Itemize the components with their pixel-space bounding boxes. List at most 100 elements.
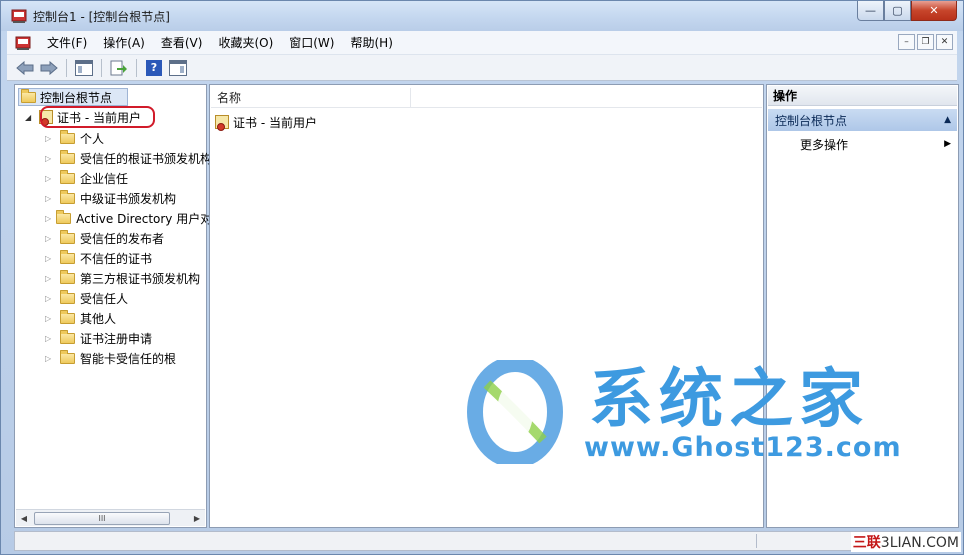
tree-item-other-people[interactable]: ▷ 其他人	[45, 308, 220, 328]
console-menu-icon[interactable]	[15, 35, 31, 51]
window-title: 控制台1 - [控制台根节点]	[33, 9, 170, 24]
actions-section-root[interactable]: 控制台根节点 ▲	[768, 109, 957, 131]
mdi-minimize-button[interactable]: –	[898, 34, 915, 50]
tree-root-label: 控制台根节点	[40, 90, 113, 105]
mdi-close-button[interactable]: ✕	[936, 34, 953, 50]
watermark-logo-icon	[467, 360, 563, 464]
tree-item-third-party-root[interactable]: ▷ 第三方根证书颁发机构	[45, 268, 220, 288]
expand-arrow-icon[interactable]: ▷	[45, 294, 55, 303]
console-app-icon[interactable]	[11, 8, 27, 24]
column-header-row: 名称	[211, 88, 762, 108]
expand-arrow-icon[interactable]: ▷	[45, 134, 55, 143]
tree-item-label: 受信任人	[80, 291, 129, 306]
show-hide-tree-icon[interactable]	[74, 58, 94, 78]
tree-item-smartcard-root[interactable]: ▷ 智能卡受信任的根	[45, 348, 220, 368]
tree-item-enrollment-requests[interactable]: ▷ 证书注册申请	[45, 328, 220, 348]
corner-logo-red: 三联	[852, 535, 881, 551]
submenu-arrow-icon: ▶	[944, 139, 951, 149]
title-bar[interactable]: 控制台1 - [控制台根节点] — ▢ ✕	[1, 1, 963, 31]
column-header-name[interactable]: 名称	[211, 88, 411, 107]
expand-arrow-icon[interactable]: ▷	[45, 174, 55, 183]
list-item[interactable]: 证书 - 当前用户	[215, 113, 317, 131]
tree-item-label: 第三方根证书颁发机构	[80, 271, 201, 286]
tree-item-enterprise-trust[interactable]: ▷ 企业信任	[45, 168, 220, 188]
more-actions-label: 更多操作	[800, 137, 849, 152]
toolbar: ?	[7, 55, 957, 81]
mmc-window: 控制台1 - [控制台根节点] — ▢ ✕ 文件(F) 操作(A) 查看(V) …	[0, 0, 964, 555]
tree-item-active-directory[interactable]: ▷ Active Directory 用户对象	[45, 208, 220, 228]
tree-children: ▷ 个人 ▷ 受信任的根证书颁发机构 ▷ 企业信任 ▷ 中级证书颁发机构 ▷ Active…	[45, 128, 220, 368]
corner-logo-rest: 3LIAN.COM	[880, 535, 959, 551]
expand-arrow-icon[interactable]: ▷	[45, 254, 55, 263]
expanded-arrow-icon[interactable]: ◢	[25, 113, 35, 122]
tree-item-intermediate-ca[interactable]: ▷ 中级证书颁发机构	[45, 188, 220, 208]
menu-action[interactable]: 操作(A)	[95, 34, 153, 51]
folder-icon	[60, 229, 75, 244]
tree-pane[interactable]: 控制台根节点 ◢ 证书 - 当前用户 ▷ 个人 ▷ 受信任的根证书颁发机构 ▷ 企业信…	[14, 84, 220, 528]
tree-item-trusted-people[interactable]: ▷ 受信任人	[45, 288, 220, 308]
folder-icon	[60, 189, 75, 204]
menu-file[interactable]: 文件(F)	[39, 34, 95, 51]
tree-item-trusted-publishers[interactable]: ▷ 受信任的发布者	[45, 228, 220, 248]
expand-arrow-icon[interactable]: ▷	[45, 154, 55, 163]
close-button[interactable]: ✕	[911, 1, 957, 21]
tree-horizontal-scrollbar[interactable]: ◀ III ▶	[16, 509, 205, 526]
watermark-url: www.Ghost123.com	[584, 432, 902, 463]
tree-item-untrusted-certs[interactable]: ▷ 不信任的证书	[45, 248, 220, 268]
expand-arrow-icon[interactable]: ▷	[45, 314, 55, 323]
tree-item-label: 受信任的发布者	[80, 231, 165, 246]
expand-arrow-icon[interactable]: ▷	[45, 274, 55, 283]
back-arrow-icon[interactable]	[15, 58, 35, 78]
maximize-button[interactable]: ▢	[884, 1, 911, 21]
folder-icon	[60, 349, 75, 364]
status-divider	[756, 534, 757, 548]
mdi-restore-button[interactable]: ❐	[917, 34, 934, 50]
expand-arrow-icon[interactable]: ▷	[45, 334, 55, 343]
certificate-icon	[215, 115, 229, 131]
tree-item-label: 中级证书颁发机构	[80, 191, 177, 206]
menu-window[interactable]: 窗口(W)	[281, 34, 342, 51]
folder-icon	[21, 88, 36, 103]
tree-item-label: 证书注册申请	[80, 331, 153, 346]
folder-icon	[60, 269, 75, 284]
window-controls: — ▢ ✕	[857, 1, 957, 21]
scroll-left-icon[interactable]: ◀	[16, 511, 32, 526]
menu-favorites[interactable]: 收藏夹(O)	[210, 34, 281, 51]
toolbar-separator	[101, 58, 102, 77]
tree-item-label: 受信任的根证书颁发机构	[80, 151, 213, 166]
watermark-title: 系统之家	[589, 363, 869, 437]
menu-bar: 文件(F) 操作(A) 查看(V) 收藏夹(O) 窗口(W) 帮助(H) – ❐…	[7, 31, 957, 55]
tree-item-personal[interactable]: ▷ 个人	[45, 128, 220, 148]
expand-arrow-icon[interactable]: ▷	[45, 194, 55, 203]
tree-item-label: 个人	[80, 131, 105, 146]
folder-icon	[60, 129, 75, 144]
tree-item-label: 不信任的证书	[80, 251, 153, 266]
highlight-annotation	[40, 106, 155, 128]
expand-arrow-icon[interactable]: ▷	[45, 214, 51, 223]
minimize-button[interactable]: —	[857, 1, 884, 21]
folder-icon	[60, 289, 75, 304]
actions-header: 操作	[768, 86, 957, 106]
toolbar-separator	[136, 58, 137, 77]
expand-arrow-icon[interactable]: ▷	[45, 234, 55, 243]
tree-item-trusted-root[interactable]: ▷ 受信任的根证书颁发机构	[45, 148, 220, 168]
collapse-arrow-icon[interactable]: ▲	[944, 115, 951, 125]
help-icon[interactable]: ?	[144, 58, 164, 78]
tree-item-label: 智能卡受信任的根	[80, 351, 177, 366]
tree-root-node[interactable]: 控制台根节点	[18, 88, 128, 106]
scroll-thumb[interactable]: III	[34, 511, 170, 525]
folder-icon	[60, 249, 75, 264]
tree-item-label: Active Directory 用户对象	[76, 211, 220, 226]
tree-item-label: 其他人	[80, 311, 117, 326]
show-hide-action-icon[interactable]	[168, 58, 188, 78]
forward-arrow-icon[interactable]	[39, 58, 59, 78]
toolbar-separator	[66, 58, 67, 77]
menu-view[interactable]: 查看(V)	[153, 34, 211, 51]
tree-item-label: 企业信任	[80, 171, 129, 186]
expand-arrow-icon[interactable]: ▷	[45, 354, 55, 363]
menu-help[interactable]: 帮助(H)	[342, 34, 400, 51]
more-actions-item[interactable]: 更多操作 ▶	[768, 133, 957, 155]
mdi-controls: – ❐ ✕	[898, 34, 953, 50]
scroll-right-icon[interactable]: ▶	[189, 511, 205, 526]
export-list-icon[interactable]	[109, 58, 129, 78]
